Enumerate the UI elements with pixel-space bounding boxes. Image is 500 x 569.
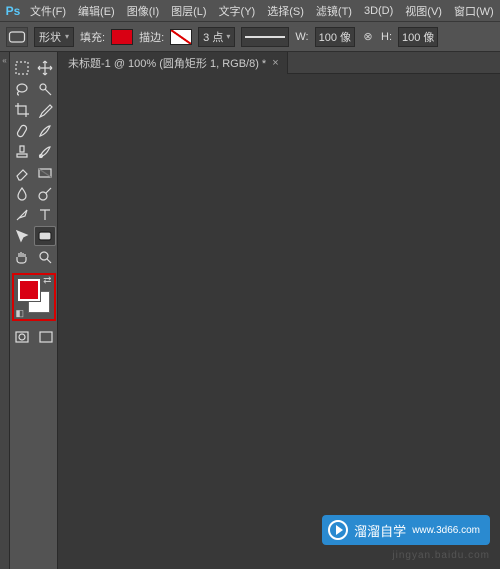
menu-layer[interactable]: 图层(L) [165, 0, 212, 22]
lasso-tool[interactable] [11, 79, 33, 99]
collapse-gutter[interactable]: « [0, 52, 10, 569]
standard-mode-icon[interactable] [11, 327, 33, 347]
path-select-tool[interactable] [11, 226, 33, 246]
color-swatch-block: ⇄ ◧ [12, 273, 56, 321]
menu-file[interactable]: 文件(F) [24, 0, 72, 22]
document-tab[interactable]: 未标题-1 @ 100% (圆角矩形 1, RGB/8) * × [58, 52, 288, 74]
play-icon [328, 520, 348, 540]
marquee-tool[interactable] [11, 58, 33, 78]
stroke-label: 描边: [139, 29, 164, 45]
link-icon[interactable]: ⊗ [361, 30, 375, 43]
document-tabbar: 未标题-1 @ 100% (圆角矩形 1, RGB/8) * × [58, 52, 500, 74]
move-tool[interactable] [34, 58, 56, 78]
fill-label: 填充: [80, 29, 105, 45]
history-brush-tool[interactable] [34, 142, 56, 162]
brush-tool[interactable] [34, 121, 56, 141]
menu-3d[interactable]: 3D(D) [358, 0, 399, 22]
menu-view[interactable]: 视图(V) [399, 0, 448, 22]
rounded-rectangle-tool[interactable] [34, 226, 56, 246]
main-area: « ⇄ [0, 52, 500, 569]
watermark-sub: jingyan.baidu.com [392, 550, 490, 561]
menu-select[interactable]: 选择(S) [261, 0, 310, 22]
menu-filter[interactable]: 滤镜(T) [310, 0, 358, 22]
eraser-tool[interactable] [11, 163, 33, 183]
stroke-width-value: 3 点 [203, 29, 223, 45]
quick-select-tool[interactable] [34, 79, 56, 99]
app-logo: Ps [2, 0, 24, 22]
healing-tool[interactable] [11, 121, 33, 141]
chevron-down-icon: ▾ [226, 32, 230, 41]
menu-bar: Ps 文件(F) 编辑(E) 图像(I) 图层(L) 文字(Y) 选择(S) 滤… [0, 0, 500, 22]
swap-colors-icon[interactable]: ⇄ [43, 275, 51, 286]
eyedropper-tool[interactable] [34, 100, 56, 120]
watermark-brand: 溜溜自学 [354, 521, 406, 540]
document-tab-title: 未标题-1 @ 100% (圆角矩形 1, RGB/8) * [68, 55, 266, 71]
pen-tool[interactable] [11, 205, 33, 225]
width-label: W: [295, 31, 308, 43]
width-input[interactable]: 100 像 [315, 27, 355, 47]
stroke-style-dropdown[interactable] [241, 27, 289, 47]
type-tool[interactable] [34, 205, 56, 225]
stroke-width-input[interactable]: 3 点 ▾ [198, 27, 235, 47]
active-tool-icon[interactable] [6, 27, 28, 47]
gradient-tool[interactable] [34, 163, 56, 183]
canvas-workspace[interactable]: 溜溜自学 www.3d66.com jingyan.baidu.com [58, 74, 500, 569]
stamp-tool[interactable] [11, 142, 33, 162]
crop-tool[interactable] [11, 100, 33, 120]
height-value: 100 像 [402, 29, 434, 45]
menu-edit[interactable]: 编辑(E) [72, 0, 121, 22]
blur-tool[interactable] [11, 184, 33, 204]
chevron-icon: « [2, 56, 6, 65]
close-icon[interactable]: × [272, 57, 278, 69]
watermark-site: www.3d66.com [412, 525, 480, 536]
canvas-column: 未标题-1 @ 100% (圆角矩形 1, RGB/8) * × 溜溜自学 ww… [58, 52, 500, 569]
stroke-color-swatch[interactable] [170, 29, 192, 45]
dodge-tool[interactable] [34, 184, 56, 204]
shape-mode-label: 形状 [39, 29, 61, 45]
foreground-color-swatch[interactable] [18, 279, 40, 301]
height-label: H: [381, 31, 392, 43]
menu-image[interactable]: 图像(I) [121, 0, 165, 22]
watermark-badge: 溜溜自学 www.3d66.com [322, 515, 490, 545]
height-input[interactable]: 100 像 [398, 27, 438, 47]
toolbox: ⇄ ◧ [10, 52, 58, 569]
options-bar: 形状 ▾ 填充: 描边: 3 点 ▾ W: 100 像 ⊗ H: 100 像 [0, 22, 500, 52]
screen-mode-icon[interactable] [35, 327, 57, 347]
menu-type[interactable]: 文字(Y) [213, 0, 262, 22]
shape-mode-dropdown[interactable]: 形状 ▾ [34, 27, 74, 47]
hand-tool[interactable] [11, 247, 33, 267]
chevron-down-icon: ▾ [65, 32, 69, 41]
menu-window[interactable]: 窗口(W) [448, 0, 500, 22]
default-colors-icon[interactable]: ◧ [16, 308, 25, 319]
zoom-tool[interactable] [34, 247, 56, 267]
width-value: 100 像 [319, 29, 351, 45]
fill-color-swatch[interactable] [111, 29, 133, 45]
